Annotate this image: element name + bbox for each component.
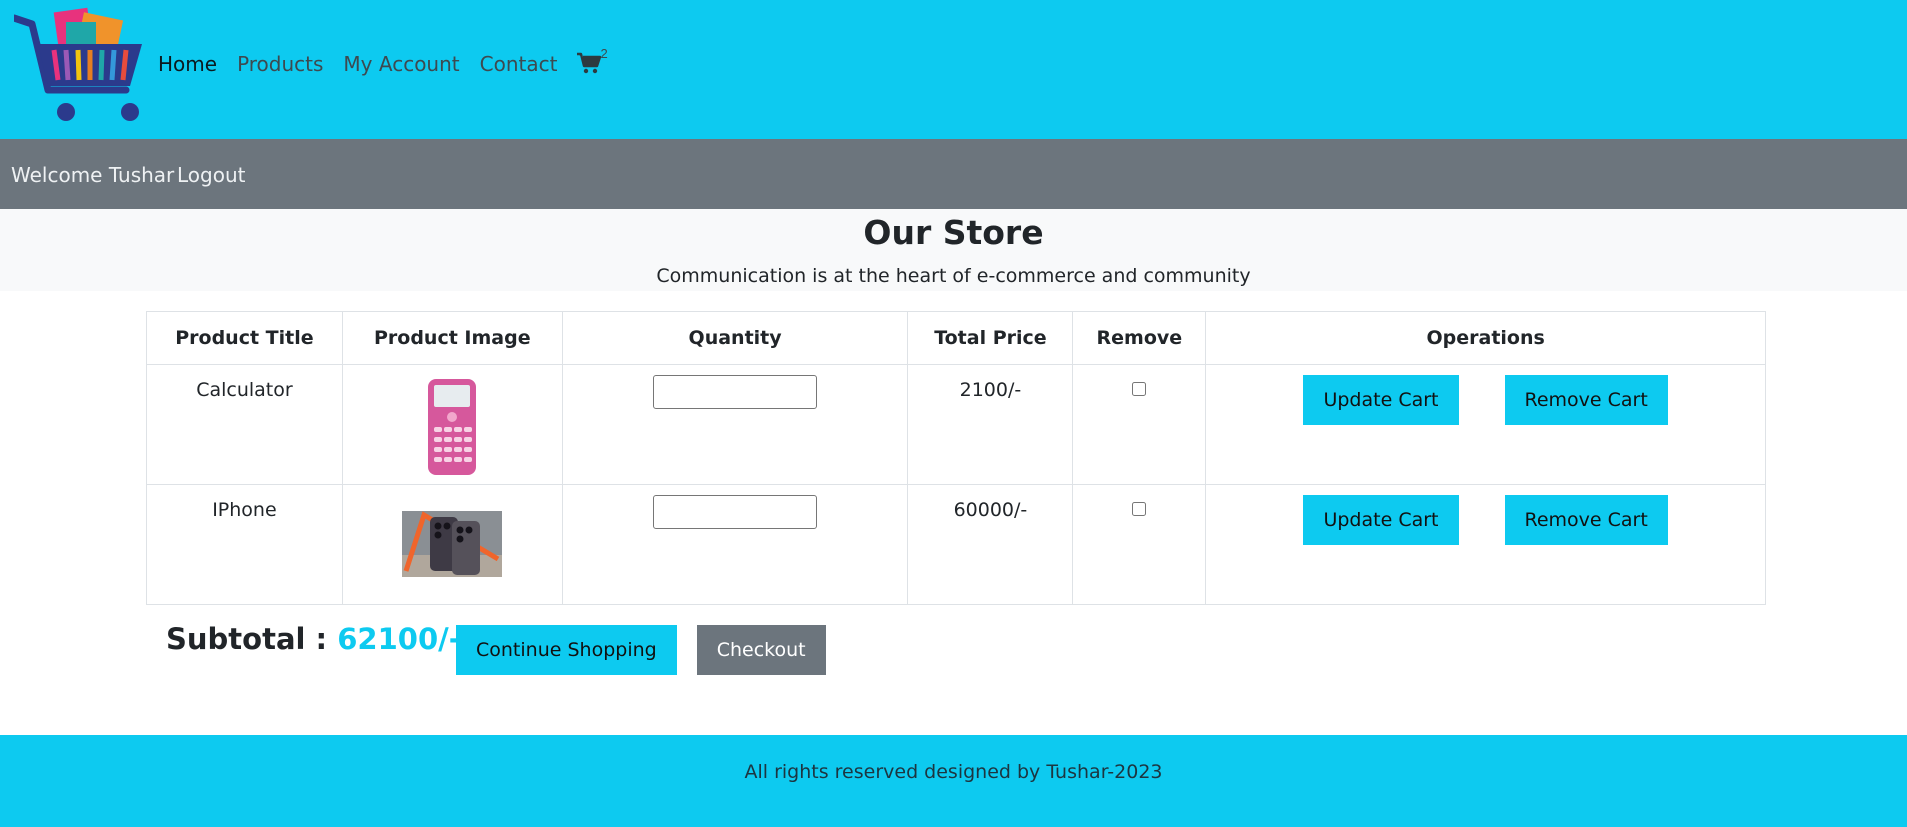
continue-shopping-button[interactable]: Continue Shopping [456, 625, 677, 675]
product-title: Calculator [146, 364, 343, 485]
header-total-price: Total Price [907, 311, 1074, 365]
table-header-row: Product Title Product Image Quantity Tot… [146, 311, 1766, 365]
table-row: IPhone 60000/- Update Cart Remove Cart [146, 484, 1766, 605]
subtotal: Subtotal : 62100/- [166, 622, 461, 656]
footer-text: All rights reserved designed by Tushar-2… [744, 761, 1163, 783]
checkout-button[interactable]: Checkout [696, 625, 826, 675]
quantity-cell [561, 484, 909, 605]
page-title: Our Store [863, 213, 1044, 252]
cart-actions: Continue Shopping Checkout [456, 625, 826, 675]
table-row: Calculator 2100/- Update Cart Remove Car… [146, 364, 1766, 485]
product-image-cell [341, 364, 563, 485]
nav-contact[interactable]: Contact [480, 52, 558, 76]
nav-products[interactable]: Products [237, 52, 323, 76]
logout-link[interactable]: Logout [177, 163, 245, 187]
cart-table: Product Title Product Image Quantity Tot… [146, 311, 1766, 605]
header-product-title: Product Title [146, 311, 343, 365]
remove-cart-button[interactable]: Remove Cart [1504, 375, 1668, 425]
main-nav: Home Products My Account Contact 2 [158, 46, 608, 76]
total-price: 60000/- [907, 484, 1074, 605]
header-quantity: Quantity [561, 311, 909, 365]
operations-cell: Update Cart Remove Cart [1205, 364, 1766, 485]
subtotal-label: Subtotal : [166, 622, 338, 656]
update-cart-button[interactable]: Update Cart [1303, 495, 1459, 545]
page-subtitle: Communication is at the heart of e-comme… [656, 265, 1251, 287]
header-product-image: Product Image [341, 311, 563, 365]
nav-home[interactable]: Home [158, 52, 217, 76]
header-remove: Remove [1072, 311, 1207, 365]
footer: All rights reserved designed by Tushar-2… [0, 735, 1907, 827]
product-image-cell [341, 484, 563, 605]
remove-cell [1072, 364, 1207, 485]
operations-cell: Update Cart Remove Cart [1205, 484, 1766, 605]
product-title: IPhone [146, 484, 343, 605]
cart-count-badge: 2 [600, 46, 608, 61]
nav-my-account[interactable]: My Account [343, 52, 459, 76]
cart-icon [577, 52, 602, 74]
user-bar: Welcome Tushar Logout [0, 139, 1907, 209]
iphone-image [402, 511, 503, 577]
remove-cart-button[interactable]: Remove Cart [1504, 495, 1668, 545]
cart-link[interactable]: 2 [577, 46, 608, 76]
welcome-text: Welcome Tushar [11, 163, 175, 187]
header-operations: Operations [1205, 311, 1766, 365]
remove-cell [1072, 484, 1207, 605]
quantity-input[interactable] [653, 495, 818, 529]
quantity-input[interactable] [653, 375, 818, 409]
top-navbar: Home Products My Account Contact 2 [0, 0, 1907, 139]
quantity-cell [561, 364, 909, 485]
store-header: Our Store Communication is at the heart … [0, 209, 1907, 291]
remove-checkbox[interactable] [1132, 382, 1147, 396]
shopping-cart-logo[interactable] [14, 4, 150, 125]
subtotal-amount: 62100/- [337, 622, 461, 656]
update-cart-button[interactable]: Update Cart [1303, 375, 1459, 425]
remove-checkbox[interactable] [1132, 502, 1147, 516]
calculator-image [428, 379, 477, 475]
total-price: 2100/- [907, 364, 1074, 485]
